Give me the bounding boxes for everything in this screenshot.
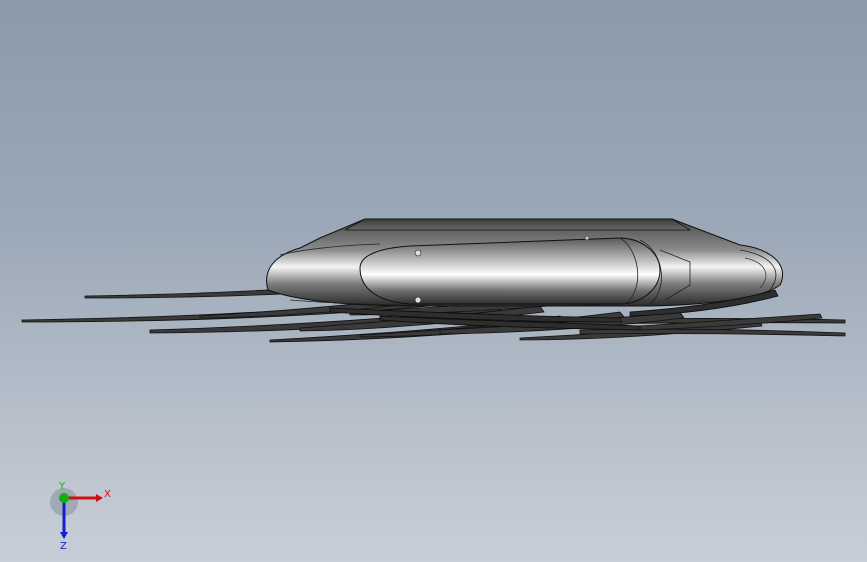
y-axis-label: Y bbox=[58, 481, 66, 492]
x-axis-label: X bbox=[104, 489, 111, 500]
graphics-viewport[interactable]: X Y Z bbox=[0, 0, 867, 562]
x-axis-head bbox=[96, 494, 103, 502]
z-axis-head bbox=[60, 532, 68, 539]
orientation-triad: X Y Z bbox=[50, 481, 111, 550]
central-pod bbox=[359, 235, 691, 305]
z-axis-label: Z bbox=[60, 541, 67, 550]
3d-model-view[interactable] bbox=[0, 0, 867, 562]
y-axis-dot bbox=[59, 493, 69, 503]
